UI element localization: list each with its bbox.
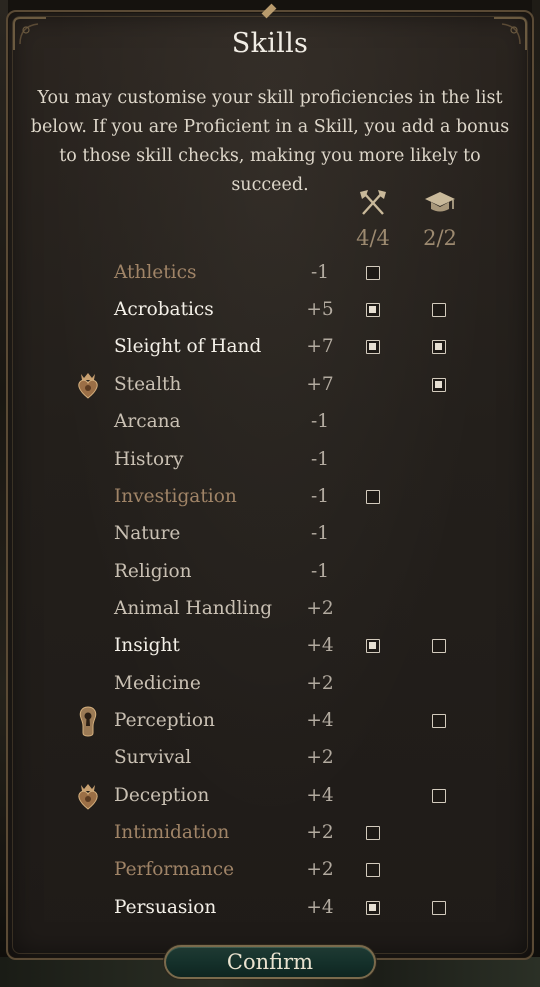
skill-label: Intimidation xyxy=(114,822,230,843)
class-proficiency-count: 4/4 xyxy=(356,226,390,250)
class-proficiency-checkbox[interactable] xyxy=(366,303,380,317)
skill-label: Animal Handling xyxy=(114,598,273,619)
skill-label: Sleight of Hand xyxy=(114,336,262,357)
class-proficiency-checkbox[interactable] xyxy=(366,863,380,877)
skill-bonus: +7 xyxy=(306,336,334,357)
skill-row-medicine: Medicine +2 xyxy=(0,667,540,704)
skill-row-acrobatics: Acrobatics +5 xyxy=(0,293,540,330)
confirm-button[interactable]: Confirm xyxy=(164,945,376,979)
background-proficiency-checkbox[interactable] xyxy=(432,303,446,317)
skill-label: History xyxy=(114,449,184,470)
background-proficiency-checkbox[interactable] xyxy=(432,901,446,915)
skill-row-sleight-of-hand: Sleight of Hand +7 xyxy=(0,330,540,367)
skill-bonus: +2 xyxy=(306,747,334,768)
skill-bonus: +4 xyxy=(306,710,334,731)
skill-bonus: +7 xyxy=(306,374,334,395)
skill-row-nature: Nature -1 xyxy=(0,517,540,554)
skill-bonus: -1 xyxy=(310,486,330,507)
class-proficiency-checkbox[interactable] xyxy=(366,639,380,653)
skill-bonus: -1 xyxy=(310,262,330,283)
skill-label: Investigation xyxy=(114,486,237,507)
skill-row-investigation: Investigation -1 xyxy=(0,480,540,517)
background-proficiency-checkbox[interactable] xyxy=(432,340,446,354)
skill-row-persuasion: Persuasion +4 xyxy=(0,891,540,928)
skill-bonus: +2 xyxy=(306,598,334,619)
skill-label: Perception xyxy=(114,710,215,731)
skill-bonus: -1 xyxy=(310,411,330,432)
skill-row-performance: Performance +2 xyxy=(0,853,540,890)
skill-label: Deception xyxy=(114,785,210,806)
class-proficiency-checkbox[interactable] xyxy=(366,901,380,915)
skill-label: Athletics xyxy=(114,262,197,283)
skill-row-insight: Insight +4 xyxy=(0,629,540,666)
skill-row-stealth: Stealth +7 xyxy=(0,368,540,405)
skill-row-arcana: Arcana -1 xyxy=(0,405,540,442)
skill-label: Acrobatics xyxy=(114,299,214,320)
skill-row-intimidation: Intimidation +2 xyxy=(0,816,540,853)
skill-row-deception: Deception +4 xyxy=(0,779,540,816)
keyhole-icon xyxy=(74,704,102,738)
class-proficiency-checkbox[interactable] xyxy=(366,490,380,504)
skill-label: Survival xyxy=(114,747,192,768)
heart-crown-icon xyxy=(74,368,102,402)
skill-label: Medicine xyxy=(114,673,201,694)
skill-bonus: +5 xyxy=(306,299,334,320)
class-proficiency-checkbox[interactable] xyxy=(366,340,380,354)
skill-bonus: +4 xyxy=(306,635,334,656)
class-proficiency-checkbox[interactable] xyxy=(366,266,380,280)
skill-label: Nature xyxy=(114,523,181,544)
skill-row-perception: Perception +4 xyxy=(0,704,540,741)
skill-label: Stealth xyxy=(114,374,182,395)
background-proficiency-checkbox[interactable] xyxy=(432,789,446,803)
background-proficiency-count: 2/2 xyxy=(423,226,457,250)
background-proficiency-checkbox[interactable] xyxy=(432,378,446,392)
skill-label: Insight xyxy=(114,635,180,656)
skill-row-religion: Religion -1 xyxy=(0,555,540,592)
graduation-cap-icon xyxy=(423,186,457,220)
page-title: Skills xyxy=(231,28,309,59)
skills-description: You may customise your skill proficienci… xyxy=(30,88,510,195)
skill-label: Religion xyxy=(114,561,192,582)
skill-bonus: +4 xyxy=(306,897,334,918)
crossed-axes-icon xyxy=(356,186,390,220)
skill-bonus: -1 xyxy=(310,523,330,544)
background-proficiency-checkbox[interactable] xyxy=(432,639,446,653)
heart-crown-icon xyxy=(74,779,102,813)
skill-row-animal-handling: Animal Handling +2 xyxy=(0,592,540,629)
skill-label: Arcana xyxy=(114,411,181,432)
skill-bonus: +2 xyxy=(306,673,334,694)
background-proficiency-checkbox[interactable] xyxy=(432,714,446,728)
skill-bonus: -1 xyxy=(310,561,330,582)
skill-row-athletics: Athletics -1 xyxy=(0,256,540,293)
skill-bonus: -1 xyxy=(310,449,330,470)
skill-label: Performance xyxy=(114,859,235,880)
skill-row-history: History -1 xyxy=(0,443,540,480)
skill-row-survival: Survival +2 xyxy=(0,741,540,778)
skill-bonus: +2 xyxy=(306,859,334,880)
skill-bonus: +2 xyxy=(306,822,334,843)
skill-label: Persuasion xyxy=(114,897,217,918)
class-proficiency-checkbox[interactable] xyxy=(366,826,380,840)
skill-bonus: +4 xyxy=(306,785,334,806)
